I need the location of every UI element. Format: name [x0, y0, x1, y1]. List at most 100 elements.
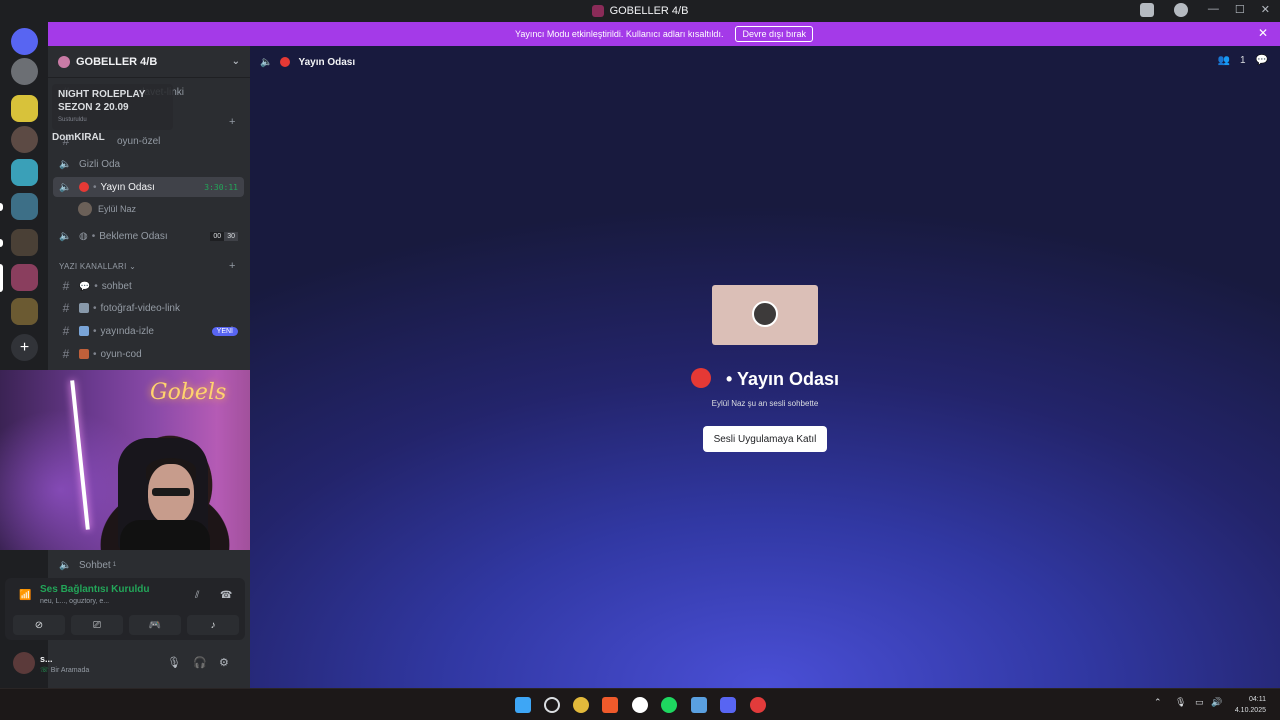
stage-title: • Yayın Odası	[250, 368, 1280, 390]
server-folder-1[interactable]	[11, 193, 38, 220]
avatar[interactable]	[13, 652, 35, 674]
user-count: 00	[210, 231, 225, 241]
user-limit: 30	[224, 231, 238, 241]
guild-icon	[58, 55, 70, 68]
hash-icon: #	[62, 301, 70, 315]
streamer-body	[120, 520, 210, 550]
stage-subtitle: Eylül Naz şu an sesli sohbette	[711, 399, 819, 408]
gear-icon[interactable]: ⚙	[219, 656, 229, 669]
clock[interactable]: 04:11 4.10.2025	[1235, 694, 1266, 716]
chrome-icon[interactable]	[573, 697, 589, 713]
disconnect-icon[interactable]: ☎	[220, 590, 232, 601]
channel-label: Gizli Oda	[79, 158, 121, 170]
activity-button[interactable]: 🎮	[129, 615, 181, 635]
chevron-up-icon[interactable]: ⌃	[1154, 697, 1162, 708]
noise-suppression-icon[interactable]: ⫽	[195, 590, 199, 601]
channel-fotograf-video-link[interactable]: # • fotoğraf-video-link	[53, 298, 244, 318]
soundboard-button[interactable]: ♪	[187, 615, 239, 635]
disable-streamer-mode-button[interactable]: Devre dışı bırak	[735, 26, 813, 42]
voice-timer: 3:30:11	[204, 182, 238, 192]
chevron-down-icon[interactable]: ⌄	[232, 56, 240, 67]
discord-icon[interactable]	[720, 697, 736, 713]
server-night-roleplay[interactable]	[11, 95, 38, 122]
hash-icon: #	[62, 347, 70, 361]
server-selected-pill	[0, 264, 3, 292]
clock-time: 04:11	[1249, 696, 1266, 703]
channel-label: fotoğraf-video-link	[100, 302, 180, 314]
home-discord-icon[interactable]	[11, 28, 38, 55]
channel-label: Yayın Odası	[100, 181, 155, 193]
bullet: •	[93, 325, 97, 337]
voice-channel-yayin-odasi[interactable]: 🔈 • Yayın Odası 3:30:11	[53, 177, 244, 197]
participant-tile[interactable]	[712, 285, 818, 345]
bullet: •	[725, 369, 737, 389]
speaker-icon: 🔈	[59, 158, 72, 170]
phone-icon: ☏	[40, 667, 49, 674]
channel-oyun-cod[interactable]: # • oyun-cod	[53, 344, 244, 364]
server-gobeller[interactable]	[11, 264, 38, 291]
members-icon[interactable]: 👥	[1218, 55, 1230, 66]
voice-channel-sohbet[interactable]: 🔈 Sohbet 1	[53, 555, 244, 575]
streamer-mode-banner: Yayıncı Modu etkinleştirildi. Kullanıcı …	[48, 22, 1280, 46]
server-icon-3[interactable]	[11, 159, 38, 186]
server-icon-2[interactable]	[11, 126, 38, 153]
user-status-text: Bir Aramada	[50, 667, 90, 674]
channel-yayinda-izle[interactable]: # • yayında-izle YENİ	[53, 321, 244, 341]
guild-header[interactable]: GOBELLER 4/B ⌄	[48, 46, 250, 78]
search-icon[interactable]	[544, 697, 560, 713]
bullet: •	[93, 348, 97, 360]
chat-icon[interactable]: 💬	[1256, 55, 1268, 66]
server-unread-pill	[0, 239, 3, 247]
inbox-icon[interactable]	[1140, 3, 1154, 17]
windows-taskbar: ⌃ 🎙 ▭ 🔊 04:11 4.10.2025	[0, 688, 1280, 720]
voice-channel-gizli-oda[interactable]: 🔈 Gizli Oda	[53, 154, 244, 174]
join-voice-button[interactable]: Sesli Uygulamaya Katıl	[703, 426, 827, 452]
user-name[interactable]: s...	[40, 654, 53, 664]
close-icon[interactable]: ✕	[1258, 26, 1268, 40]
minimize-button[interactable]: —	[1208, 3, 1219, 16]
neon-tube	[70, 380, 90, 530]
app-icon	[591, 5, 604, 17]
voice-participants: neu, L..., oguztory, e...	[40, 598, 110, 605]
app-icon-steam[interactable]	[691, 697, 707, 713]
voice-channel-bekleme-odasi[interactable]: 🔈 ◍ • Bekleme Odası 00 30	[53, 226, 244, 246]
camera-off-button[interactable]: ⊘	[13, 615, 65, 635]
volume-icon[interactable]: 🔊	[1211, 697, 1222, 708]
speaker-icon: 🔈	[59, 559, 72, 571]
channel-label: oyun-özel	[117, 135, 161, 147]
category-text-channels[interactable]: YAZI KANALLARI ⌄	[59, 262, 136, 271]
start-icon[interactable]	[515, 697, 531, 713]
user-panel: s... ☏ Bir Aramada 🎙 🎧 ⚙	[5, 646, 245, 682]
window-titlebar: GOBELLER 4/B — ☐ ✕	[0, 0, 1280, 22]
headphones-icon[interactable]: 🎧	[193, 656, 207, 669]
add-server-icon[interactable]: +	[11, 334, 38, 361]
obs-icon[interactable]	[632, 697, 648, 713]
microphone-tray-icon[interactable]: 🎙	[1175, 697, 1186, 708]
spotify-icon[interactable]	[661, 697, 677, 713]
live-dot-icon	[690, 368, 711, 388]
clock-date: 4.10.2025	[1234, 707, 1266, 714]
app-icon-red[interactable]	[750, 697, 766, 713]
tv-icon	[79, 326, 89, 336]
avatar	[78, 202, 92, 216]
channel-header: 🔈 Yayın Odası	[250, 46, 1280, 78]
close-window-button[interactable]: ✕	[1261, 3, 1270, 16]
network-icon[interactable]: ▭	[1195, 697, 1204, 708]
screen-share-button[interactable]: ⎚	[71, 615, 123, 635]
guild-name: GOBELLER 4/B	[76, 55, 158, 68]
channel-sohbet[interactable]: # 💬 • sohbet	[53, 276, 244, 296]
voice-stage: 🔈 Yayın Odası 👥 1 💬 • Yayın Odası Eylül …	[250, 46, 1280, 688]
channel-title: Yayın Odası	[298, 56, 356, 68]
voice-status[interactable]: Ses Bağlantısı Kuruldu	[40, 584, 149, 595]
direct-message-avatar[interactable]	[11, 58, 38, 85]
brave-icon[interactable]	[602, 697, 618, 713]
voice-participant[interactable]: Eylül Naz	[78, 202, 136, 216]
help-icon[interactable]	[1174, 3, 1188, 17]
maximize-button[interactable]: ☐	[1235, 3, 1245, 16]
speech-bubble-icon: 💬	[79, 280, 91, 291]
microphone-icon[interactable]: 🎙	[167, 656, 181, 669]
server-folder-3[interactable]	[11, 298, 38, 325]
server-folder-2[interactable]	[11, 229, 38, 256]
camera-icon	[79, 303, 89, 313]
channel-label: yayında-izle	[100, 325, 154, 337]
